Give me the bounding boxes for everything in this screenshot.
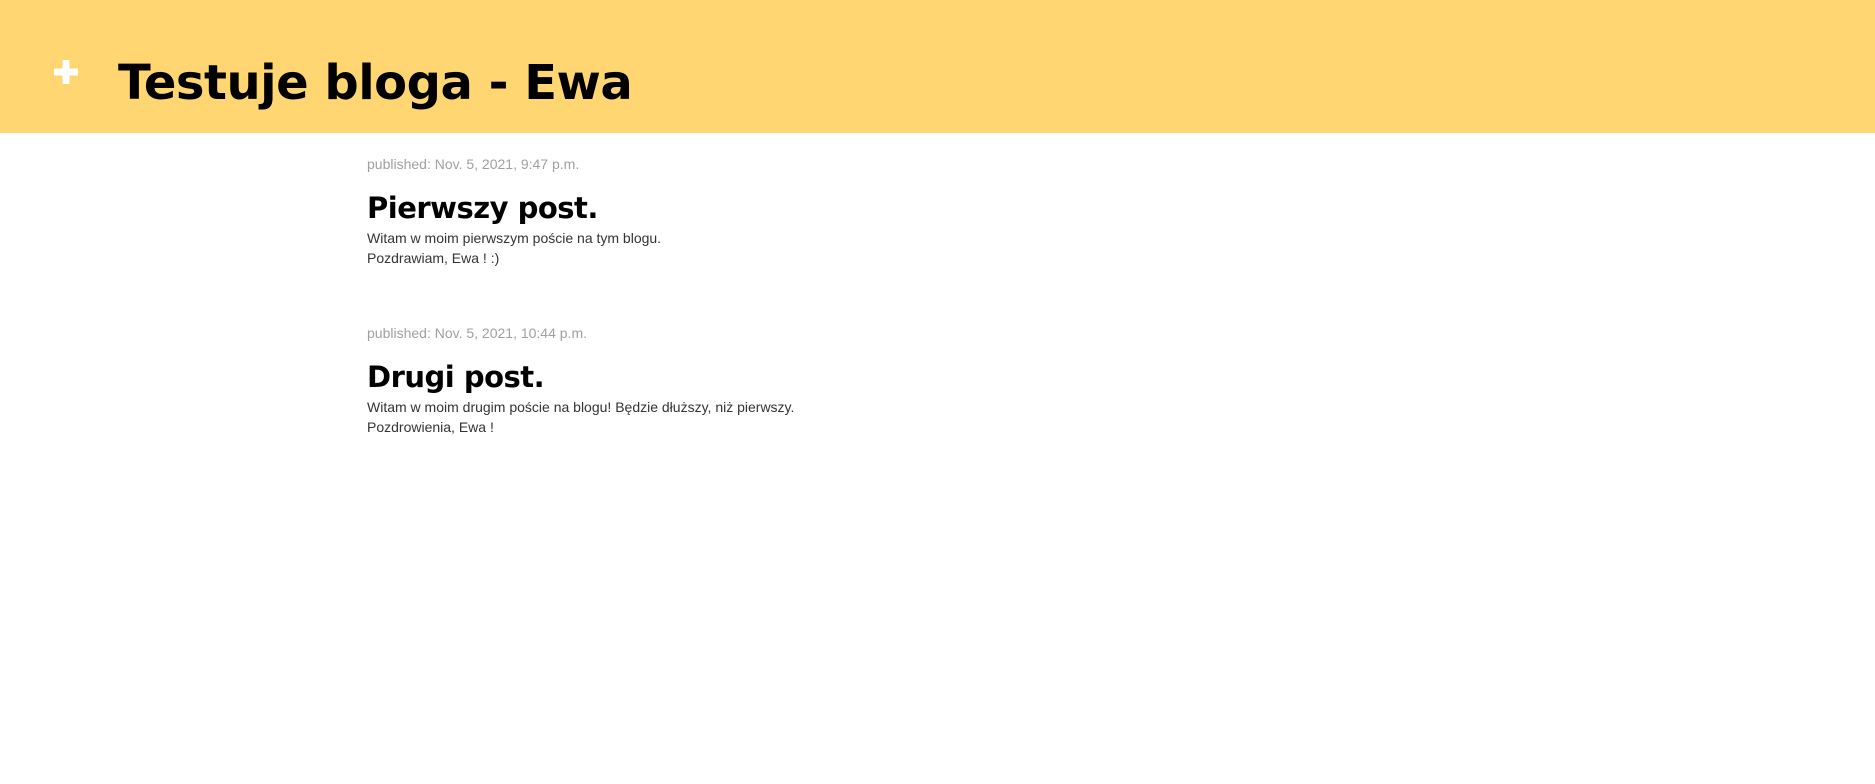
post-body-line: Pozdrowienia, Ewa ! [367,419,494,435]
post-date: published: Nov. 5, 2021, 10:44 p.m. [367,325,587,341]
post-body-line: Pozdrawiam, Ewa ! :) [367,250,500,266]
post-date: published: Nov. 5, 2021, 9:47 p.m. [367,156,580,172]
post-item: published: Nov. 5, 2021, 9:47 p.m. Pierw… [367,155,1067,268]
add-post-button[interactable] [52,58,80,86]
post-item: published: Nov. 5, 2021, 10:44 p.m. Drug… [367,324,1067,437]
post-body: Witam w moim drugim poście na blogu! Będ… [367,397,1067,437]
plus-icon [52,58,80,86]
site-title-link[interactable]: Testuje bloga - Ewa [118,48,633,118]
post-body-line: Witam w moim drugim poście na blogu! Będ… [367,399,795,415]
post-title-link[interactable]: Pierwszy post. [367,188,1067,228]
post-body: Witam w moim pierwszym poście na tym blo… [367,228,1067,268]
post-body-line: Witam w moim pierwszym poście na tym blo… [367,230,662,246]
post-title-link[interactable]: Drugi post. [367,357,1067,397]
page-header: Testuje bloga - Ewa [0,0,1875,133]
